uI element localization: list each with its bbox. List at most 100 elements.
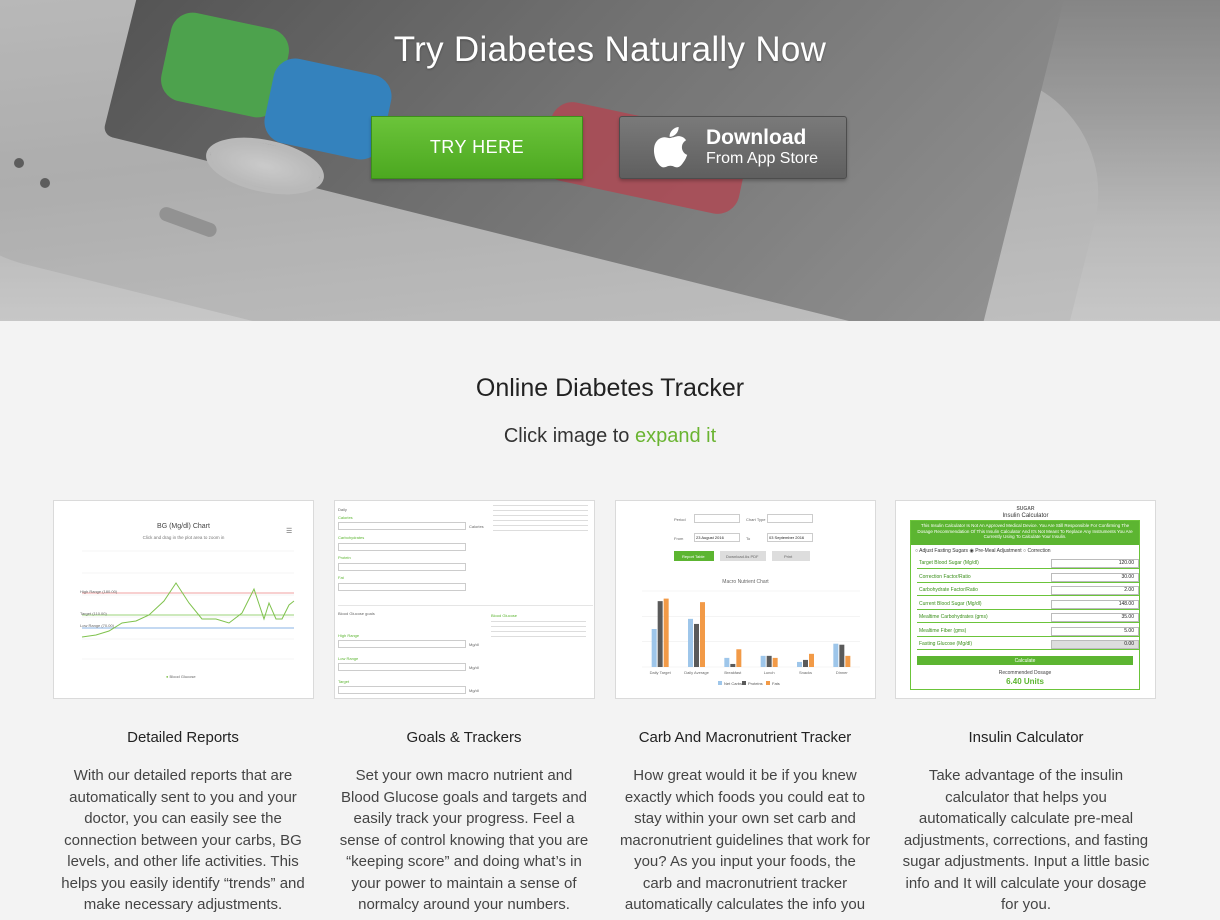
macro-bar bbox=[688, 618, 693, 667]
fat-input[interactable] bbox=[338, 583, 466, 591]
macro-category-label: Lunch bbox=[764, 670, 775, 675]
macro-bar bbox=[772, 657, 778, 667]
macro-category-label: Snacks bbox=[799, 670, 812, 675]
legend-label: Fats bbox=[772, 681, 780, 686]
calc-row-label: Current Blood Sugar (Mg/dl) bbox=[919, 600, 982, 607]
expand-it-link[interactable]: expand it bbox=[635, 425, 716, 447]
insulin-calculator-thumbnail[interactable]: SUGAR Insulin Calculator This Insulin Ca… bbox=[895, 500, 1156, 699]
recommended-label: Recommended Dosage bbox=[998, 670, 1052, 676]
macro-bar bbox=[833, 643, 839, 667]
feature-text-goals: Set your own macro nutrient and Blood Gl… bbox=[339, 767, 589, 913]
to-date-input[interactable]: 03 September 2016 bbox=[767, 533, 813, 542]
calculate-button[interactable]: Calculate bbox=[917, 656, 1133, 665]
try-here-label: TRY HERE bbox=[429, 137, 525, 157]
print-button[interactable]: Print bbox=[772, 551, 810, 561]
chart-type-select[interactable] bbox=[767, 514, 813, 523]
calc-row-input[interactable]: 2.00 bbox=[1051, 586, 1139, 595]
legend-swatch bbox=[742, 681, 746, 685]
calc-row-input[interactable]: 5.00 bbox=[1051, 626, 1139, 636]
dosage-result: 6.40 Units bbox=[1006, 677, 1044, 686]
unit-label: Mg/dl bbox=[469, 665, 479, 670]
unit-label: Mg/dl bbox=[469, 642, 479, 647]
bg-chart-thumbnail[interactable]: BG (Mg/dl) Chart Click and drag in the p… bbox=[53, 500, 314, 699]
carbs-input[interactable] bbox=[338, 543, 466, 551]
low-range-label: Low Range (70.00) bbox=[80, 623, 115, 628]
unit-label: Mg/dl bbox=[469, 688, 479, 693]
bg-line-chart bbox=[81, 550, 295, 660]
from-date-input[interactable]: 23 August 2016 bbox=[694, 533, 740, 542]
calc-row-label: Mealtime Fiber (gms) bbox=[919, 627, 967, 634]
sugar-logo: SUGAR bbox=[1016, 506, 1035, 512]
calories-input[interactable] bbox=[338, 522, 466, 530]
menu-icon[interactable]: ☰ bbox=[286, 527, 292, 535]
macro-chart-thumbnail[interactable]: Period Chart Type From 23 August 2016 To… bbox=[615, 500, 876, 699]
calc-options[interactable]: ○ Adjust Fasting Sugars ◉ Pre-Meal Adjus… bbox=[915, 548, 1051, 554]
macro-bar bbox=[651, 629, 657, 667]
calc-row: Mealtime Fiber (gms) 5.00 bbox=[917, 626, 1139, 637]
bg-side-label: Blood Glucose bbox=[491, 613, 518, 618]
feature-text-insulin: Take advantage of the insulin calculator… bbox=[902, 767, 1150, 913]
period-select[interactable] bbox=[694, 514, 740, 523]
macro-bar bbox=[730, 663, 736, 667]
low-range-input[interactable] bbox=[338, 663, 466, 671]
calc-row: Current Blood Sugar (Mg/dl) 148.00 bbox=[917, 599, 1139, 610]
daily-label: Daily bbox=[338, 507, 347, 512]
try-here-button[interactable]: TRY HERE bbox=[371, 116, 583, 179]
calc-row-input[interactable]: 30.00 bbox=[1051, 572, 1139, 582]
target-input[interactable] bbox=[338, 686, 466, 694]
macro-bar bbox=[694, 623, 699, 667]
calc-row-input[interactable]: 35.00 bbox=[1051, 613, 1139, 622]
calc-row-input[interactable]: 120.00 bbox=[1051, 559, 1139, 568]
feature-title-insulin: Insulin Calculator bbox=[968, 729, 1084, 746]
calc-title: Insulin Calculator bbox=[1002, 513, 1049, 519]
calc-row-label: Correction Factor/Ratio bbox=[919, 573, 971, 580]
high-range-label: High Range (180.00) bbox=[80, 589, 118, 594]
app-store-line1: Download bbox=[706, 126, 807, 149]
legend-label: Proteins bbox=[748, 681, 763, 686]
protein-input[interactable] bbox=[338, 563, 466, 571]
section-title: Online Diabetes Tracker bbox=[475, 374, 745, 402]
macro-chart-title: Macro Nutrient Chart bbox=[722, 579, 769, 585]
report-table-button[interactable]: Report Table bbox=[674, 551, 714, 561]
macro-category-label: Dinner bbox=[836, 670, 848, 675]
macro-bar bbox=[797, 661, 802, 667]
feature-text-macro: How great would it be if you knew exactl… bbox=[619, 767, 871, 913]
feature-title-goals: Goals & Trackers bbox=[406, 729, 522, 746]
app-store-button[interactable]: Download From App Store bbox=[619, 116, 847, 179]
bg-goals-label: Blood Glucose goals bbox=[338, 611, 375, 616]
legend-swatch bbox=[766, 681, 770, 685]
download-pdf-button[interactable]: Download As PDF bbox=[720, 551, 766, 561]
legend-label: Net Carbs bbox=[724, 681, 742, 686]
target-label: Target (110.00) bbox=[80, 611, 107, 616]
goals-thumbnail[interactable]: Daily Calories Calories Carbohydrates Pr… bbox=[334, 500, 595, 699]
macro-category-label: Breakfast bbox=[724, 670, 742, 675]
macro-bar bbox=[736, 649, 742, 667]
thumb-bg-title: BG (Mg/dl) Chart bbox=[157, 523, 210, 530]
calc-row-label: Mealtime Carbohydrates (gms) bbox=[919, 614, 988, 620]
macro-bar bbox=[663, 598, 669, 667]
calc-row: Mealtime Carbohydrates (gms) 35.00 bbox=[917, 612, 1139, 623]
feature-title-reports: Detailed Reports bbox=[127, 729, 239, 746]
macro-bar bbox=[766, 655, 772, 667]
target-goal-label: Target bbox=[338, 679, 350, 684]
calc-row: Fasting Glucose (Mg/dl) 0.00 bbox=[917, 639, 1139, 650]
calc-row: Correction Factor/Ratio 30.00 bbox=[917, 572, 1139, 583]
feature-text-reports: With our detailed reports that are autom… bbox=[61, 767, 305, 913]
app-store-line2: From App Store bbox=[706, 150, 819, 167]
high-range-input[interactable] bbox=[338, 640, 466, 648]
calories-unit: Calories bbox=[469, 524, 484, 529]
hero-title: Try Diabetes Naturally Now bbox=[393, 30, 827, 69]
macro-category-label: Daily Target bbox=[650, 670, 672, 675]
macro-bar bbox=[803, 659, 808, 667]
low-range-goal-label: Low Range bbox=[338, 656, 359, 661]
calc-row-input[interactable]: 0.00 bbox=[1051, 640, 1139, 649]
macro-bar bbox=[839, 644, 845, 667]
calc-row-input[interactable]: 148.00 bbox=[1051, 599, 1139, 609]
subtitle-text: Click image to bbox=[503, 425, 635, 447]
macro-category-label: Daily Average bbox=[684, 670, 709, 675]
calc-row-label: Target Blood Sugar (Mg/dl) bbox=[919, 560, 979, 566]
feature-title-macro: Carb And Macronutrient Tracker bbox=[638, 729, 852, 746]
to-label: To bbox=[746, 536, 751, 541]
calc-row-label: Fasting Glucose (Mg/dl) bbox=[919, 641, 973, 647]
macro-bar bbox=[700, 602, 705, 667]
